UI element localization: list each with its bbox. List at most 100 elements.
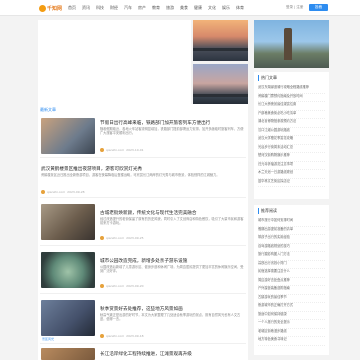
article-title[interactable]: 武汉黄鹤楼景区推出夜游项目，游客可欣赏灯光秀 — [41, 166, 245, 172]
sidebar-recommended: 推荐阅读 城市旅行中如何安排时间 假期出游提前准备的清单 带孩子出行的实用经验 … — [254, 205, 329, 355]
article-thumbnail[interactable] — [41, 252, 95, 288]
main-nav: 首页 资讯 科技 财经 汽车 房产 教育 旅游 美食 健康 文化 娱乐 体育 — [68, 5, 250, 11]
sidebar-link[interactable]: 昙华林文艺街区探店记 — [258, 179, 325, 187]
hero-image-pagoda[interactable] — [254, 20, 329, 68]
logo-icon — [39, 4, 46, 12]
article-feed: 最新文章 节假日出行高峰来临，铁路部门加开旅客列车方便出行 随着假期临近，各地火… — [38, 104, 248, 360]
nav-item[interactable]: 美食 — [180, 5, 194, 11]
author-avatar — [100, 284, 104, 288]
article-meta: qianzhi.com 2023-09-20 — [100, 284, 144, 288]
sidebar-link[interactable]: 户外露营装备选购指南 — [258, 286, 325, 295]
sidebar-link[interactable]: 古镇游玩的最佳季节 — [258, 295, 325, 303]
article-excerpt: 经过改造提升的老街保留了原有的历史风貌，同时引入了文创商店和特色餐饮，吸引了大量… — [100, 217, 244, 226]
sidebar-link[interactable]: 城市旅行中如何安排时间 — [258, 218, 325, 227]
sidebar-link[interactable]: 楚河汉街购物娱乐推荐 — [258, 153, 325, 162]
article-item[interactable]: 秋季赏景好去处推荐，这些地方风景如画 秋高气爽正是出游的好时节，本文为大家整理了… — [40, 298, 246, 344]
author-avatar — [100, 148, 104, 152]
site-logo[interactable]: 千知网 — [39, 4, 62, 12]
nav-item[interactable]: 旅游 — [166, 5, 180, 11]
nav-item[interactable]: 房产 — [138, 5, 152, 11]
article-title[interactable]: 城市公园改造完成，新增多处亲子游乐设施 — [100, 258, 246, 264]
sidebar-link[interactable]: 老城区街巷漫步路线 — [258, 329, 325, 337]
submit-button[interactable]: 投稿 — [309, 4, 328, 11]
article-meta: qianzhi.com 2023-09-18 — [100, 334, 144, 338]
sidebar-hot-articles: 热门文章 武汉东湖绿道骑行攻略全程路线推荐 黄鹤楼门票预约指南及开放时间 长江大… — [254, 72, 329, 199]
article-author[interactable]: qianzhi.com — [106, 148, 124, 152]
sidebar-link[interactable]: 周边游好去处盘点推荐 — [258, 278, 325, 286]
article-excerpt: 公园改造后新增了儿童游乐区、健身步道和休闲广场，为周边居民提供了更加丰富的休闲娱… — [100, 265, 244, 274]
site-header: 千知网 首页 资讯 科技 财经 汽车 房产 教育 旅游 美食 健康 文化 娱乐 … — [0, 0, 360, 16]
sidebar-link[interactable]: 假期出游提前准备的清单 — [258, 227, 325, 235]
sidebar-link[interactable]: 高铁出行省钱小窍门 — [258, 261, 325, 269]
nav-item[interactable]: 资讯 — [82, 5, 96, 11]
nav-item[interactable]: 健康 — [194, 5, 208, 11]
article-excerpt: 随着假期临近，各地火车站客流明显增加，铁路部门提前部署运力安排，加开多趟临时旅客… — [100, 127, 244, 136]
sidebar-link[interactable]: 黄鹤楼门票预约指南及开放时间 — [258, 94, 325, 102]
sidebar-link[interactable]: 旅途中如何保持健康 — [258, 312, 325, 320]
article-thumbnail[interactable] — [41, 348, 95, 360]
sidebar-link[interactable]: 户部巷美食街必吃小吃清单 — [258, 111, 325, 119]
article-item[interactable]: 城市公园改造完成，新增多处亲子游乐设施 公园改造后新增了儿童游乐区、健身步道和休… — [40, 250, 246, 294]
sidebar-link[interactable]: 长江大桥夜景最佳观赏位置 — [258, 102, 325, 111]
article-author[interactable]: qianzhi.com — [106, 284, 124, 288]
article-item[interactable]: 武汉黄鹤楼景区推出夜游项目，游客可欣赏灯光秀 黄鹤楼景区近日推出全新夜游项目，游… — [40, 160, 246, 198]
sidebar-link[interactable]: 汉口江滩公园游玩路线 — [258, 128, 325, 136]
article-author[interactable]: qianzhi.com — [106, 334, 124, 338]
sidebar-link[interactable]: 民宿选择需要注意什么 — [258, 269, 325, 278]
skyline-silhouette — [193, 48, 248, 51]
article-thumbnail[interactable] — [41, 300, 95, 336]
article-date: 2023-09-18 — [126, 334, 144, 338]
author-avatar — [41, 190, 45, 194]
nav-item[interactable]: 体育 — [236, 5, 250, 11]
sidebar-link[interactable]: 木兰天池一日游路线规划 — [258, 170, 325, 179]
nav-item[interactable]: 首页 — [68, 5, 82, 11]
article-item[interactable]: 节假日出行高峰来临，铁路部门加开旅客列车方便出行 随着假期临近，各地火车站客流明… — [40, 116, 246, 158]
article-date: 2023-09-25 — [126, 236, 144, 240]
hero-image-sunset-city[interactable] — [193, 20, 248, 61]
sidebar-link[interactable]: 旅行摄影构图入门方法 — [258, 252, 325, 261]
article-excerpt: 秋高气爽正是出游的好时节，本文为大家整理了几处适合秋季游玩的景点，既有自然风光也… — [100, 313, 241, 322]
article-date: 2023-10-01 — [126, 148, 144, 152]
article-author[interactable]: qianzhi.com — [106, 236, 124, 240]
hero-image-tower-dusk[interactable] — [193, 64, 248, 107]
nav-item[interactable]: 科技 — [96, 5, 110, 11]
article-item[interactable]: 古城老街焕新颜，传统文化与现代生活完美融合 经过改造提升的老街保留了原有的历史风… — [40, 202, 246, 246]
article-thumbnail[interactable] — [41, 204, 95, 240]
sidebar-link[interactable]: 带孩子出行的实用经验 — [258, 235, 325, 244]
login-register-link[interactable]: 登录 | 注册 — [286, 5, 303, 10]
article-date: 2023-09-20 — [126, 284, 144, 288]
article-excerpt: 黄鹤楼景区近日推出全新夜游项目，游客在夜幕降临后登楼远眺，可欣赏长江两岸的灯光秀… — [41, 173, 220, 177]
sidebar-link[interactable]: 光谷步行街周末活动汇总 — [258, 145, 325, 153]
nav-item[interactable]: 教育 — [152, 5, 166, 11]
sidebar-link[interactable]: 夜游城市的正确打开方式 — [258, 303, 325, 312]
article-title[interactable]: 节假日出行高峰来临，铁路部门加开旅客列车方便出行 — [100, 120, 246, 126]
skyline-silhouette — [193, 94, 248, 97]
feed-heading: 最新文章 — [40, 107, 56, 112]
article-title[interactable]: 秋季赏景好去处推荐，这些地方风景如画 — [100, 306, 246, 312]
article-date: 2023-09-28 — [67, 190, 85, 194]
article-title[interactable]: 长江沿岸绿化工程持续推进，江滩景观再升级 — [100, 351, 246, 357]
article-title[interactable]: 古城老街焕新颜，传统文化与现代生活完美融合 — [100, 210, 246, 216]
sidebar-title: 热门文章 — [258, 75, 325, 81]
sidebar-link[interactable]: 一个人旅行的安全提示 — [258, 320, 325, 329]
nav-item[interactable]: 娱乐 — [222, 5, 236, 11]
nav-item[interactable]: 财经 — [110, 5, 124, 11]
gallery-caption: 景区风光 — [42, 337, 55, 341]
sidebar-link[interactable]: 武汉大学樱花季赏花攻略 — [258, 136, 325, 145]
article-author[interactable]: qianzhi.com — [47, 190, 65, 194]
sidebar-link[interactable]: 武汉东湖绿道骑行攻略全程路线推荐 — [258, 85, 325, 94]
article-thumbnail[interactable] — [41, 118, 95, 154]
hero-banner[interactable] — [38, 20, 191, 107]
logo-text: 千知网 — [47, 5, 63, 12]
sidebar-link[interactable]: 湖北省博物馆参观预约方法 — [258, 119, 325, 128]
sidebar-title: 推荐阅读 — [258, 208, 325, 214]
sidebar-link[interactable]: 自驾游路线规划的技巧 — [258, 244, 325, 252]
sidebar-link[interactable]: 地方特色美食寻味记 — [258, 337, 325, 346]
author-avatar — [100, 334, 104, 338]
nav-item[interactable]: 汽车 — [124, 5, 138, 11]
sidebar-link[interactable]: 归元寺祈福游览注意事项 — [258, 162, 325, 170]
article-meta: qianzhi.com 2023-09-25 — [100, 236, 144, 240]
article-item[interactable]: 长江沿岸绿化工程持续推进，江滩景观再升级 — [40, 346, 246, 360]
pagoda-shape — [284, 28, 292, 60]
nav-item[interactable]: 文化 — [208, 5, 222, 11]
